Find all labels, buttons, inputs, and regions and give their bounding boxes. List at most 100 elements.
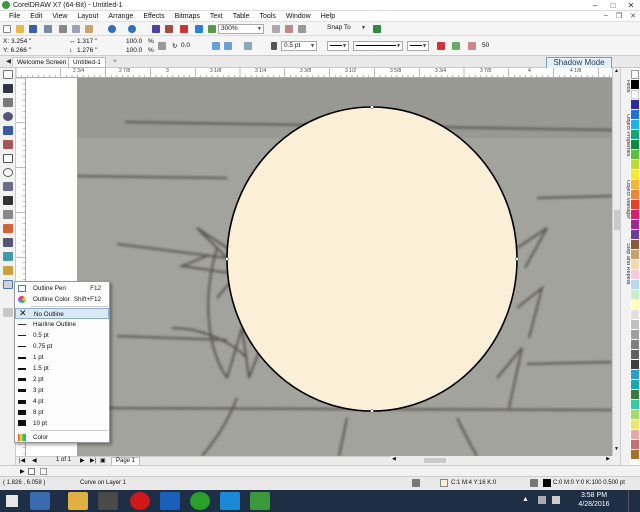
opera-taskbar-icon[interactable] [130,492,150,510]
add-page-icon[interactable]: ▣ [100,457,106,464]
swatch-tan[interactable] [631,250,639,259]
horizontal-scroll-thumb[interactable] [424,458,446,463]
menu-item-10pt[interactable]: 10 pt [15,418,109,429]
swatch-gray-30[interactable] [631,320,639,329]
crop-tool-icon[interactable] [3,98,13,107]
menu-item-3pt[interactable]: 3 pt [15,385,109,396]
undo-icon[interactable] [108,25,116,33]
swatch-sky[interactable] [631,370,639,379]
horizontal-ruler[interactable]: 2 3/4 2 7/8 3 3 1/8 3 1/4 3 3/8 3 1/2 3 … [16,68,612,78]
tab-untitled-1[interactable]: Untitled-1 [68,57,106,68]
snap-to-dropdown[interactable]: Snap To ▼ [325,24,367,34]
export-icon[interactable] [165,25,173,33]
menu-window[interactable]: Window [281,13,316,20]
swatch-cream[interactable] [631,300,639,309]
menu-item-4pt[interactable]: 4 pt [15,396,109,407]
swatch-teal[interactable] [631,130,639,139]
menu-table[interactable]: Table [228,13,255,20]
drop-shadow-tool-icon[interactable] [3,238,13,247]
swatch-gray-10[interactable] [631,310,639,319]
next-page-icon[interactable]: ▶ [80,457,85,464]
no-color-swatch[interactable] [631,70,639,79]
open-icon[interactable] [16,25,24,33]
publish-pdf-icon[interactable] [180,25,188,33]
rectangle-tool-icon[interactable] [3,154,13,163]
parallel-dimension-tool-icon[interactable] [3,210,13,219]
menu-item-outline-pen[interactable]: Outline Pen F12 [15,283,109,294]
menu-item-no-outline[interactable]: ✕ No Outline [15,308,109,319]
connector-tool-icon[interactable] [3,224,13,233]
media-player-taskbar-icon[interactable] [98,492,118,510]
swatch-blue[interactable] [631,110,639,119]
swatch-gray-40[interactable] [631,330,639,339]
doc-restore-icon[interactable]: ❐ [612,12,626,20]
file-explorer-taskbar-icon[interactable] [68,492,88,510]
menu-item-1pt[interactable]: 1 pt [15,352,109,363]
menu-text[interactable]: Text [205,13,228,20]
y-position-field[interactable]: Y: 6.266 " [3,47,31,54]
menu-file[interactable]: File [4,13,25,20]
menu-tools[interactable]: Tools [254,13,280,20]
full-screen-icon[interactable] [272,25,280,33]
menu-layout[interactable]: Layout [72,13,103,20]
cut-icon[interactable] [59,25,67,33]
taskbar-time[interactable]: 3:58 PM [574,492,614,499]
eyedropper-icon[interactable] [28,468,35,475]
swatch-forest[interactable] [631,390,639,399]
swatch-cyan[interactable] [631,120,639,129]
previous-page-icon[interactable]: ◀ [32,457,37,464]
swatch-pink[interactable] [631,270,639,279]
swatch-gray-50[interactable] [631,340,639,349]
swatch-orange[interactable] [631,190,639,199]
menu-help[interactable]: Help [316,13,340,20]
text-tool-icon[interactable] [3,196,13,205]
scale-height-field[interactable]: 100.0 [126,47,142,54]
swatch-gold[interactable] [631,180,639,189]
scroll-left-icon[interactable]: ◀ [392,456,396,462]
menu-effects[interactable]: Effects [138,13,169,20]
menu-item-2pt[interactable]: 2 pt [15,374,109,385]
rotation-angle-field[interactable]: 0.0 [181,42,190,49]
menu-item-0-75pt[interactable]: 0.75 pt [15,341,109,352]
mirror-horizontal-icon[interactable] [212,42,220,50]
taskbar-date[interactable]: 4/28/2016 [574,501,614,508]
tab-welcome-screen[interactable]: Welcome Screen [12,57,72,68]
tray-expand-icon[interactable]: ▲ [522,496,529,503]
swatch-magenta[interactable] [631,210,639,219]
height-field[interactable]: 1.276 " [77,47,97,54]
ellipse-node[interactable] [370,105,374,109]
menu-item-8pt[interactable]: 8 pt [15,407,109,418]
outline-pen-tool-icon[interactable] [3,280,13,289]
width-field[interactable]: 1.317 " [77,38,97,45]
wrap-text-icon[interactable] [244,42,252,50]
swatch-yellow[interactable] [631,170,639,179]
wps-taskbar-icon[interactable] [220,492,240,510]
swatch-beige[interactable] [631,260,639,269]
menu-view[interactable]: View [47,13,72,20]
zoom-combo[interactable]: 300% ▼ [218,24,264,34]
import-icon[interactable] [152,25,160,33]
swatch-spring[interactable] [631,410,639,419]
copy-icon[interactable] [72,25,80,33]
ellipse-tool-icon[interactable] [3,168,13,177]
new-document-icon[interactable] [3,25,11,33]
save-icon[interactable] [29,25,37,33]
minimize-icon[interactable]: – [586,1,604,10]
swatch-aqua[interactable] [631,380,639,389]
outline-width-combo[interactable]: 0.5 pt ▼ [281,41,317,51]
mirror-vertical-icon[interactable] [224,42,232,50]
swatch-mint[interactable] [631,400,639,409]
transparency-tool-icon[interactable] [3,252,13,261]
ellipse-node[interactable] [370,409,374,413]
swatch-red[interactable] [631,200,639,209]
add-tab-icon[interactable]: + [109,57,121,68]
doc-minimize-icon[interactable]: – [600,12,612,20]
x-position-field[interactable]: X: 3.254 " [3,38,31,45]
menu-item-hairline-outline[interactable]: Hairline Outline [15,319,109,330]
fill-color-swatch[interactable] [440,479,448,487]
swatch-gray-60[interactable] [631,350,639,359]
swatch-brick[interactable] [631,440,639,449]
update-taskbar-icon[interactable] [190,492,210,510]
scale-width-field[interactable]: 100.0 [126,38,142,45]
pick-tool-icon[interactable] [3,70,13,79]
